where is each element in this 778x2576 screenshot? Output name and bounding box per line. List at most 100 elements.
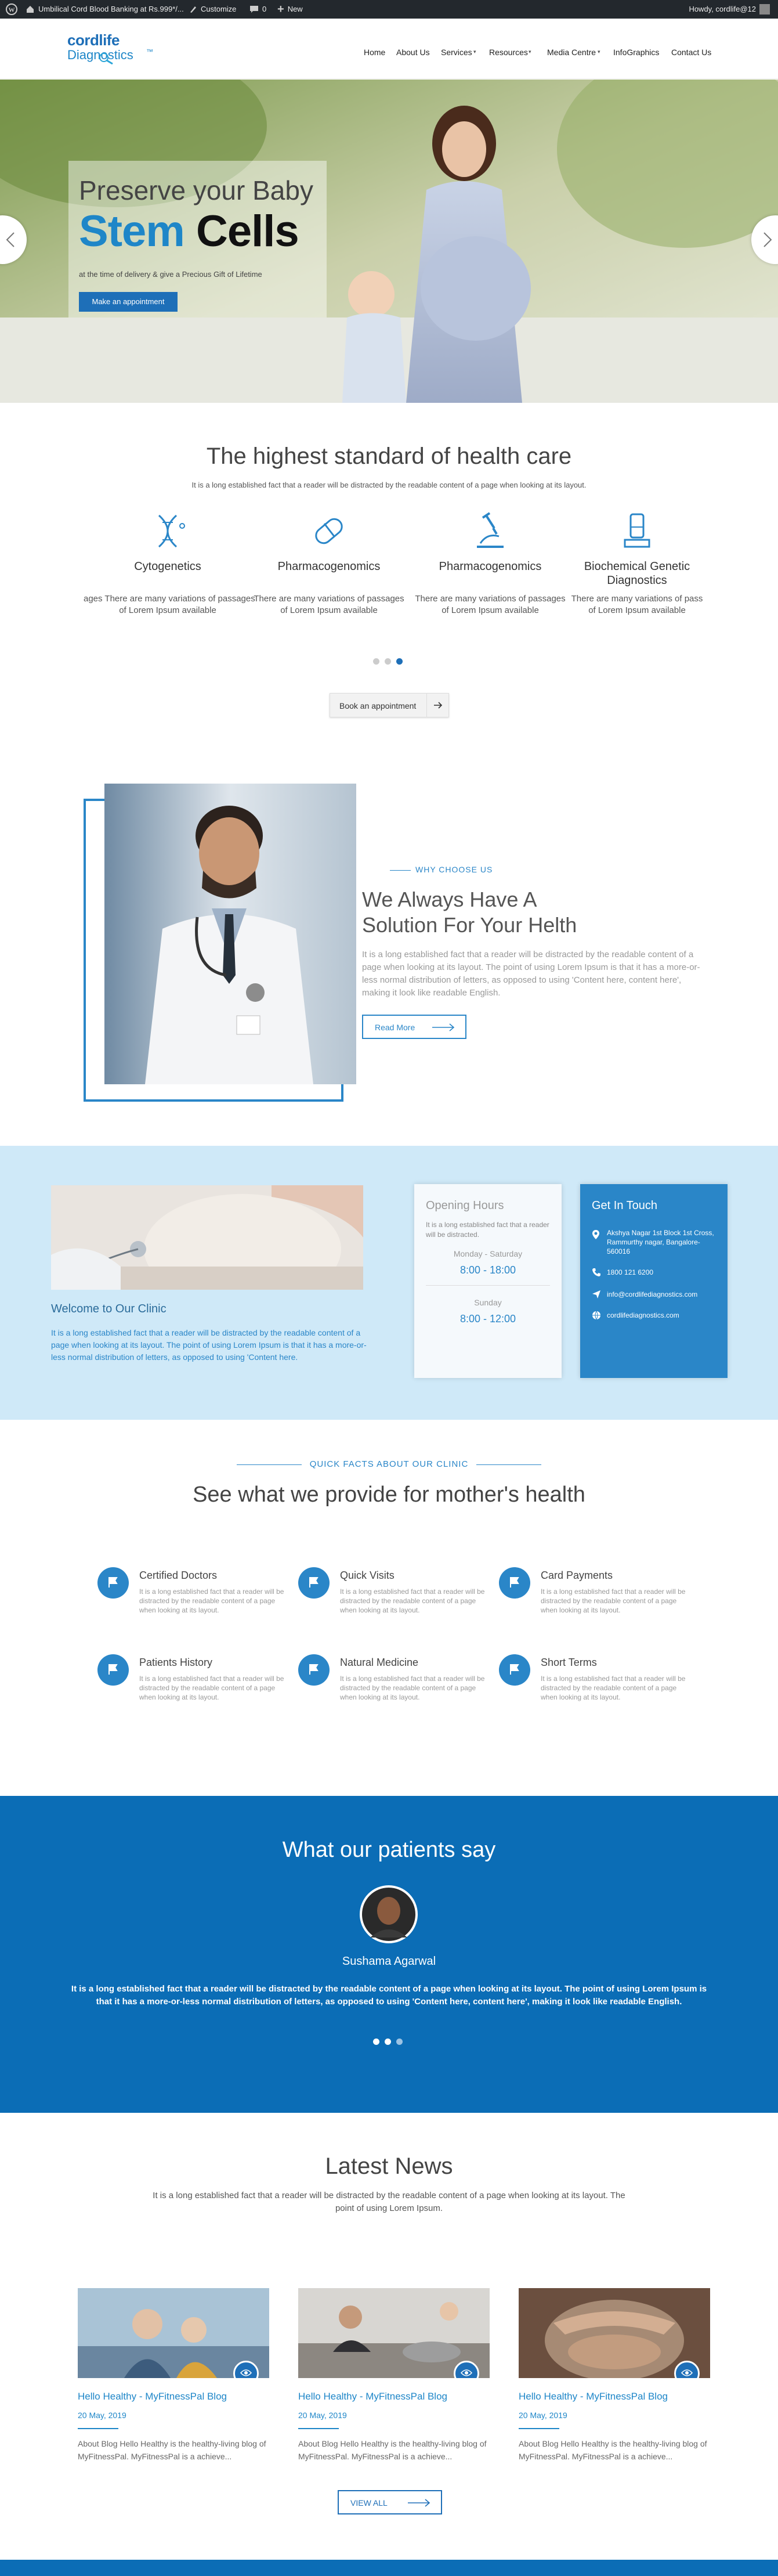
fact-icon-circle: [499, 1567, 530, 1599]
carousel-dot[interactable]: [385, 658, 391, 665]
why-kicker-text: WHY CHOOSE US: [415, 865, 493, 874]
news-subtitle-line1: It is a long established fact that a rea…: [153, 2191, 625, 2200]
service-item[interactable]: Biochemical Genetic Diagnostics There ar…: [567, 511, 707, 616]
fact-item: Short Terms It is a long established fac…: [499, 1654, 690, 1718]
news-title[interactable]: Hello Healthy - MyFitnessPal Blog: [78, 2391, 269, 2402]
weekday-label: Monday - Saturday: [453, 1249, 523, 1258]
carousel-dot-active[interactable]: [385, 2039, 391, 2045]
hero-title-line2: Stem Cells: [79, 206, 299, 257]
divider: [78, 2428, 118, 2429]
fact-desc: It is a long established fact that a rea…: [541, 1588, 686, 1614]
fact-icon-circle: [97, 1654, 129, 1686]
nav-media-centre[interactable]: Media Centre: [547, 48, 596, 57]
eye-icon: [461, 2369, 472, 2376]
home-icon: [27, 6, 34, 13]
email-text[interactable]: info@cordlifediagnostics.com: [607, 1290, 697, 1298]
fact-item: Quick Visits It is a long established fa…: [298, 1567, 490, 1631]
testimonial-quote-line1: It is a long established fact that a rea…: [71, 1984, 707, 1994]
admin-account-link[interactable]: Howdy, cordlife@12: [689, 0, 770, 19]
service-item[interactable]: Pharmacogenomics There are many variatio…: [406, 511, 574, 616]
avatar: [360, 1885, 418, 1943]
carousel-dot-active[interactable]: [396, 658, 403, 665]
long-arrow-right-icon: [432, 1023, 455, 1031]
eye-icon: [240, 2369, 252, 2376]
service-item[interactable]: Pharmacogenomics There are many variatio…: [245, 511, 413, 616]
fact-item: Patients History It is a long establishe…: [97, 1654, 289, 1718]
service-desc: ages There are many variations of passag…: [84, 594, 255, 604]
fact-desc: It is a long established fact that a rea…: [340, 1588, 485, 1614]
fact-title: Natural Medicine: [340, 1657, 419, 1668]
fact-desc: It is a long established fact that a rea…: [139, 1588, 284, 1614]
testimonials-title: What our patients say: [282, 1838, 496, 1862]
news-card[interactable]: Hello Healthy - MyFitnessPal Blog 20 May…: [519, 2288, 710, 2463]
nav-services[interactable]: Services: [441, 48, 472, 57]
admin-howdy: Howdy, cordlife@12: [689, 5, 756, 13]
why-kicker: WHY CHOOSE US: [390, 865, 493, 874]
nav-home[interactable]: Home: [364, 48, 385, 57]
hours-text: It is a long established fact that a rea…: [426, 1221, 549, 1239]
hero-caption-box: Preserve your Baby Stem Cells at the tim…: [68, 161, 327, 318]
testimonials-section: What our patients say Sushama Agarwal It…: [0, 1796, 778, 2113]
news-title[interactable]: Hello Healthy - MyFitnessPal Blog: [519, 2391, 710, 2402]
news-image[interactable]: [298, 2288, 490, 2378]
facts-title: See what we provide for mother's health: [193, 1482, 585, 1507]
carousel-dots: [373, 658, 403, 665]
service-desc: of Lorem Ipsum available: [119, 605, 216, 615]
news-title[interactable]: Hello Healthy - MyFitnessPal Blog: [298, 2391, 490, 2402]
service-item[interactable]: Cytogenetics ages There are many variati…: [84, 511, 255, 616]
get-in-touch-card: Get In Touch Akshya Nagar 1st Block 1st …: [580, 1184, 728, 1378]
address-text: Akshya Nagar 1st Block 1st Cross, Rammur…: [607, 1229, 714, 1255]
long-arrow-right-icon: [408, 2499, 430, 2507]
chevron-down-icon: ▾: [473, 49, 476, 55]
site-logo[interactable]: cordlife Diagnostics ™: [67, 31, 160, 68]
admin-site-link[interactable]: Umbilical Cord Blood Banking at Rs.999*/…: [26, 0, 184, 19]
nav-about[interactable]: About Us: [396, 48, 430, 57]
admin-new-link[interactable]: + New: [277, 0, 303, 19]
admin-comments-link[interactable]: 0: [249, 0, 266, 19]
news-title: Latest News: [325, 2153, 453, 2179]
admin-comments-count: 0: [262, 5, 267, 13]
appointment-button[interactable]: Make an appointment: [79, 292, 178, 312]
book-appointment-label: Book an appointment: [339, 701, 417, 710]
news-card[interactable]: Hello Healthy - MyFitnessPal Blog 20 May…: [298, 2288, 490, 2463]
nav-infographics[interactable]: InfoGraphics: [613, 48, 659, 57]
nav-resources[interactable]: Resources: [489, 48, 528, 57]
carousel-dot[interactable]: [373, 2039, 379, 2045]
flag-icon: [108, 1664, 118, 1675]
nav-contact[interactable]: Contact Us: [671, 48, 711, 57]
service-name: Pharmacogenomics: [439, 560, 542, 573]
flag-icon: [309, 1577, 319, 1588]
why-title: We Always Have A Solution For Your Helth: [362, 887, 577, 938]
carousel-dot[interactable]: [396, 2039, 403, 2045]
facts-kicker-text: QUICK FACTS ABOUT OUR CLINIC: [309, 1459, 469, 1469]
hero-slider: Preserve your Baby Stem Cells at the tim…: [0, 80, 778, 403]
phone-text[interactable]: 1800 121 6200: [607, 1268, 653, 1276]
website-text[interactable]: cordlifediagnostics.com: [607, 1311, 679, 1319]
news-card[interactable]: Hello Healthy - MyFitnessPal Blog 20 May…: [78, 2288, 269, 2463]
globe-icon: [592, 1311, 600, 1320]
avatar: [759, 4, 770, 15]
news-image[interactable]: [519, 2288, 710, 2378]
plus-icon: +: [277, 3, 284, 16]
admin-bar: W Umbilical Cord Blood Banking at Rs.999…: [0, 0, 778, 19]
sunday-label: Sunday: [474, 1298, 502, 1307]
admin-customize-link[interactable]: Customize: [189, 0, 236, 19]
read-more-button[interactable]: Read More: [362, 1015, 466, 1039]
dna-icon: [158, 514, 185, 548]
why-title-line1: We Always Have A: [362, 887, 537, 911]
view-all-button[interactable]: VIEW ALL: [338, 2490, 442, 2514]
book-appointment-button[interactable]: Book an appointment: [330, 693, 449, 717]
divider: [426, 1285, 550, 1286]
svg-text:W: W: [9, 7, 15, 14]
carousel-dot[interactable]: [373, 658, 379, 665]
chevron-left-icon: [6, 232, 15, 247]
wordpress-logo-icon[interactable]: W: [6, 0, 17, 19]
testimonial-quote-line2: that it has a more-or-less normal distri…: [96, 1997, 682, 2007]
read-more-label: Read More: [375, 1023, 415, 1032]
service-desc: of Lorem Ipsum available: [442, 605, 539, 615]
news-image[interactable]: [78, 2288, 269, 2378]
divider: [426, 694, 427, 717]
kicker-line: [390, 870, 411, 871]
brush-icon: [190, 6, 196, 13]
welcome-text: It is a long established fact that a rea…: [51, 1328, 367, 1362]
